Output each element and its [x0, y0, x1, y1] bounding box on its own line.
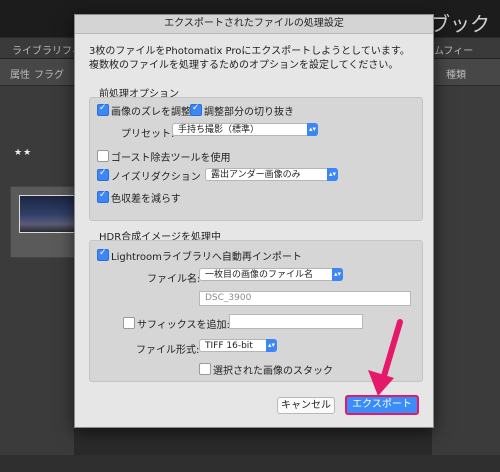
- align-label: 画像のズレを調整: [111, 107, 191, 118]
- noise-select[interactable]: 露出アンダー画像のみ ▴▾: [205, 168, 338, 181]
- library-filter-label[interactable]: ライブラリフィ: [12, 42, 82, 57]
- suffix-checkbox[interactable]: [123, 317, 135, 329]
- reimport-checkbox[interactable]: [97, 248, 109, 261]
- stack-label: 選択された画像のスタック: [213, 366, 333, 377]
- thumbnail-rating: ★★: [14, 148, 33, 158]
- attribute-label[interactable]: 属性: [10, 66, 30, 81]
- chevron-updown-icon: ▴▾: [307, 123, 318, 136]
- crop-label: 調整部分の切り抜き: [204, 107, 294, 118]
- filename-label: ファイル名:: [147, 274, 201, 285]
- chevron-updown-icon: ▴▾: [332, 268, 343, 281]
- preset-value: 手持ち撮影（標準）: [178, 125, 260, 135]
- photo-thumbnail[interactable]: [19, 195, 75, 233]
- align-checkbox[interactable]: [97, 103, 109, 116]
- kind-label[interactable]: 種類: [446, 66, 466, 81]
- grid-panel: [0, 86, 82, 472]
- filename-select[interactable]: 一枚目の画像のファイル名 ▴▾: [199, 268, 343, 281]
- ghost-label: ゴースト除去ツールを使用: [111, 153, 231, 164]
- filter-preset-label[interactable]: ムフィー: [434, 42, 473, 57]
- format-label: ファイル形式:: [136, 345, 200, 356]
- crop-checkbox[interactable]: [190, 103, 202, 116]
- intro-line-1: 3枚のファイルをPhotomatix Proにエクスポートしようとしています。: [89, 46, 410, 57]
- noise-label: ノイズリダクション: [111, 172, 201, 183]
- noise-value: 露出アンダー画像のみ: [211, 170, 301, 180]
- dialog-title: エクスポートされたファイルの処理設定: [75, 15, 433, 34]
- reimport-label: Lightroomライブラリへ自動再インポート: [111, 252, 302, 263]
- ghost-checkbox[interactable]: [97, 150, 109, 162]
- suffix-input[interactable]: [229, 314, 363, 329]
- format-value: TIFF 16-bit: [205, 341, 253, 351]
- stack-checkbox[interactable]: [199, 363, 211, 375]
- filmstrip-bar: [0, 455, 500, 472]
- format-select[interactable]: TIFF 16-bit ▴▾: [199, 339, 277, 352]
- cancel-button[interactable]: キャンセル: [277, 397, 335, 414]
- chevron-updown-icon: ▴▾: [266, 339, 277, 352]
- intro-line-2: 複数枚のファイルを処理するためのオプションを設定してください。: [89, 60, 399, 71]
- preset-label: プリセット:: [121, 129, 175, 140]
- filename-textbox[interactable]: DSC_3900: [199, 291, 411, 306]
- flag-label[interactable]: フラグ: [34, 66, 64, 81]
- photo-thumbnail-cell[interactable]: [10, 186, 82, 258]
- filename-value: 一枚目の画像のファイル名: [205, 270, 314, 280]
- chevron-updown-icon: ▴▾: [327, 168, 338, 181]
- chroma-label: 色収差を減らす: [111, 194, 181, 205]
- noise-checkbox[interactable]: [97, 168, 109, 181]
- chroma-checkbox[interactable]: [97, 190, 109, 203]
- dialog-intro: 3枚のファイルをPhotomatix Proにエクスポートしようとしています。 …: [89, 45, 410, 73]
- suffix-label: サフィックスを追加:: [137, 320, 230, 331]
- preset-select[interactable]: 手持ち撮影（標準） ▴▾: [172, 123, 318, 136]
- module-title: ブック: [430, 12, 490, 36]
- grid-panel-right: [432, 86, 500, 472]
- annotation-arrow-icon: [368, 319, 403, 396]
